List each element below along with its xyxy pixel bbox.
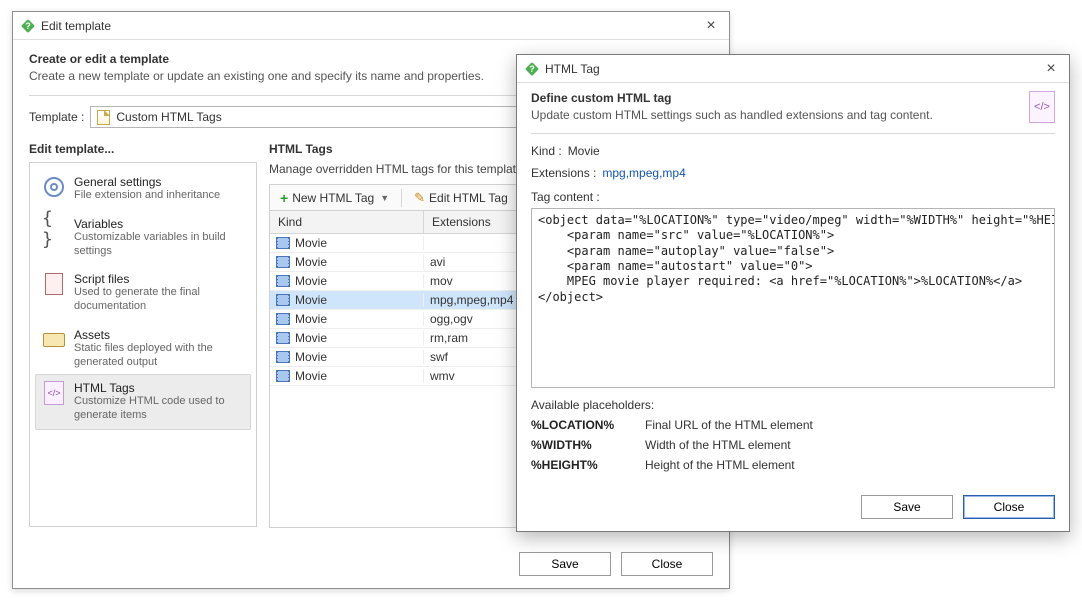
toolbar-separator [401, 189, 402, 207]
edit-close-icon[interactable]: × [701, 17, 721, 35]
cell-kind: Movie [295, 331, 327, 345]
placeholder-row: %LOCATION% Final URL of the HTML element [531, 418, 1055, 432]
movie-icon [276, 313, 290, 325]
cell-kind: Movie [295, 236, 327, 250]
movie-icon [276, 332, 290, 344]
movie-icon [276, 351, 290, 363]
plus-icon: + [280, 190, 288, 206]
movie-icon [276, 275, 290, 287]
tag-close-icon[interactable]: × [1041, 60, 1061, 78]
tag-content-label: Tag content : [531, 190, 600, 204]
left-panel-title: Edit template... [29, 142, 257, 156]
sidebar: General settingsFile extension and inher… [29, 162, 257, 527]
cell-kind: Movie [295, 274, 327, 288]
edit-footer: Save Close [519, 552, 713, 576]
document-icon [97, 110, 110, 125]
edit-html-tag-label: Edit HTML Tag [429, 191, 508, 205]
sidebar-item-title: HTML Tags [74, 381, 244, 395]
sidebar-item-title: General settings [74, 175, 220, 189]
sidebar-item-desc: Used to generate the final documentation [74, 286, 244, 314]
kind-value: Movie [568, 144, 600, 158]
sidebar-item-desc: File extension and inheritance [74, 189, 220, 203]
sidebar-item-general[interactable]: General settingsFile extension and inher… [36, 169, 250, 209]
movie-icon [276, 256, 290, 268]
cell-kind: Movie [295, 293, 327, 307]
placeholders-title: Available placeholders: [531, 398, 1055, 412]
cell-kind: Movie [295, 312, 327, 326]
sidebar-item-assets[interactable]: AssetsStatic files deployed with the gen… [36, 322, 250, 376]
tag-header-sub: Update custom HTML settings such as hand… [531, 108, 933, 122]
edit-save-button[interactable]: Save [519, 552, 611, 576]
edit-titlebar: Edit template × [13, 12, 729, 40]
tag-header: Define custom HTML tag Update custom HTM… [531, 91, 1055, 123]
tag-footer: Save Close [517, 483, 1069, 531]
col-kind[interactable]: Kind [270, 211, 424, 233]
movie-icon [276, 294, 290, 306]
movie-icon [276, 237, 290, 249]
help-diamond-icon [525, 62, 539, 76]
new-html-tag-label: New HTML Tag [292, 191, 374, 205]
variables-icon: { } [42, 217, 66, 241]
cell-kind: Movie [295, 255, 327, 269]
sidebar-item-scripts[interactable]: Script filesUsed to generate the final d… [36, 266, 250, 320]
tag-header-title: Define custom HTML tag [531, 91, 671, 105]
placeholder-token: %HEIGHT% [531, 458, 631, 472]
placeholder-desc: Width of the HTML element [645, 438, 791, 452]
movie-icon [276, 370, 290, 382]
sidebar-item-htmltags[interactable]: </> HTML TagsCustomize HTML code used to … [35, 374, 251, 430]
sidebar-item-desc: Customizable variables in build settings [74, 231, 244, 259]
tag-window-title: HTML Tag [545, 62, 600, 76]
placeholder-row: %WIDTH% Width of the HTML element [531, 438, 1055, 452]
help-diamond-icon [21, 19, 35, 33]
assets-icon [42, 328, 66, 352]
tag-save-button[interactable]: Save [861, 495, 953, 519]
general-icon [42, 175, 66, 199]
sidebar-item-desc: Customize HTML code used to generate ite… [74, 395, 244, 423]
new-html-tag-button[interactable]: + New HTML Tag ▼ [274, 188, 395, 208]
sidebar-item-title: Assets [74, 328, 244, 342]
edit-close-button[interactable]: Close [621, 552, 713, 576]
code-file-icon: </> [1029, 91, 1055, 123]
placeholder-token: %LOCATION% [531, 418, 631, 432]
tag-titlebar: HTML Tag × [517, 55, 1069, 83]
sidebar-item-title: Variables [74, 217, 244, 231]
placeholder-desc: Final URL of the HTML element [645, 418, 813, 432]
sidebar-item-desc: Static files deployed with the generated… [74, 342, 244, 370]
template-value: Custom HTML Tags [116, 110, 221, 124]
cell-kind: Movie [295, 369, 327, 383]
divider [531, 133, 1055, 134]
extensions-label: Extensions : [531, 166, 596, 180]
edit-header-title: Create or edit a template [29, 52, 169, 66]
sidebar-item-variables[interactable]: { } VariablesCustomizable variables in bu… [36, 211, 250, 265]
tag-content-textarea[interactable]: <object data="%LOCATION%" type="video/mp… [531, 208, 1055, 388]
edit-window-title: Edit template [41, 19, 111, 33]
tag-close-button[interactable]: Close [963, 495, 1055, 519]
htmltags-icon: </> [42, 381, 66, 405]
placeholder-desc: Height of the HTML element [645, 458, 795, 472]
kind-label: Kind : [531, 144, 562, 158]
template-label: Template : [29, 110, 84, 124]
html-tag-window: HTML Tag × Define custom HTML tag Update… [516, 54, 1070, 532]
sidebar-item-title: Script files [74, 272, 244, 286]
chevron-down-icon: ▼ [380, 193, 389, 203]
scripts-icon [42, 272, 66, 296]
pencil-icon: ✎ [414, 190, 425, 206]
edit-html-tag-button[interactable]: ✎ Edit HTML Tag [408, 188, 514, 208]
cell-kind: Movie [295, 350, 327, 364]
extensions-value[interactable]: mpg,mpeg,mp4 [602, 166, 685, 180]
placeholder-row: %HEIGHT% Height of the HTML element [531, 458, 1055, 472]
placeholder-token: %WIDTH% [531, 438, 631, 452]
